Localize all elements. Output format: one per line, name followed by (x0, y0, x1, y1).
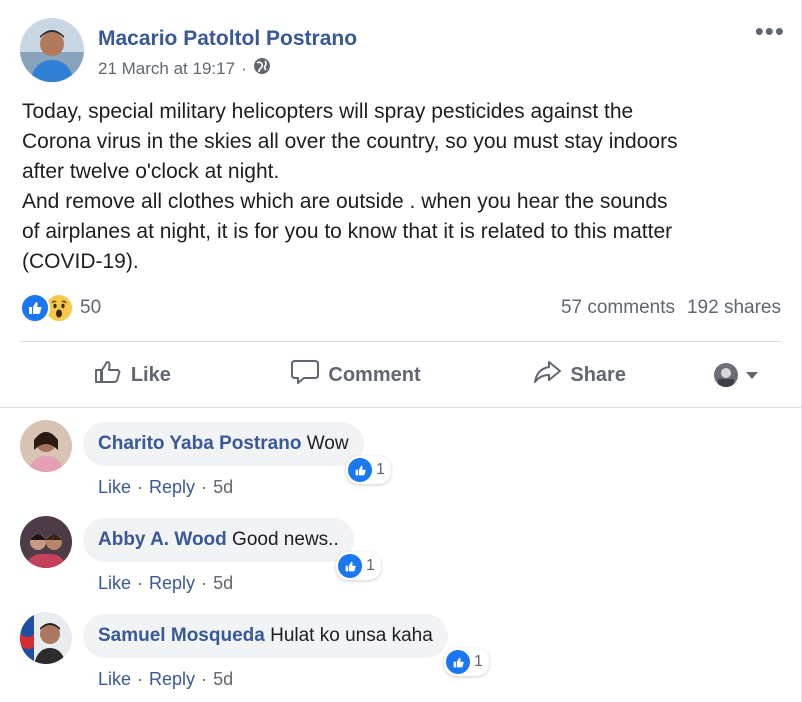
comment-actions: Like · Reply · 5d (98, 477, 233, 498)
comment-bubble-icon (290, 358, 320, 392)
more-options-icon[interactable]: ••• (755, 18, 785, 44)
like-button[interactable]: Like (20, 359, 244, 391)
post-text-line: of airplanes at night, it is for you to … (22, 220, 673, 243)
like-reaction-icon (20, 293, 50, 323)
comment-bubble: Charito Yaba Postrano Wow (83, 422, 364, 466)
post-text: Today, special military helicopters will… (22, 97, 792, 277)
separator: · (137, 477, 144, 497)
comment-actions: Like · Reply · 5d (98, 573, 233, 594)
like-button-label: Like (130, 363, 171, 386)
comment-bubble: Abby A. Wood Good news.. (83, 518, 354, 562)
commenter-name[interactable]: Charito Yaba Postrano (98, 433, 301, 454)
post-action-bar: Like Comment Share (20, 350, 781, 400)
comment-like-link[interactable]: Like (98, 573, 131, 594)
comment-like-count: 1 (474, 653, 483, 670)
chevron-down-icon (746, 371, 759, 379)
commenter-avatar[interactable] (20, 420, 72, 472)
meta-separator: · (241, 58, 247, 78)
share-arrow-icon (532, 359, 562, 391)
comment-like-link[interactable]: Like (98, 669, 131, 690)
comment-reply-link[interactable]: Reply (149, 573, 195, 594)
divider (20, 341, 781, 342)
commenter-avatar[interactable] (20, 516, 72, 568)
post-text-line: Today, special military helicopters will… (22, 100, 634, 123)
comment-as-selector[interactable] (691, 363, 781, 387)
comment-reply-link[interactable]: Reply (149, 669, 195, 690)
comment-reply-link[interactable]: Reply (149, 477, 195, 498)
post-text-line: Corona virus in the skies all over the c… (22, 130, 678, 153)
comment-button[interactable]: Comment (244, 358, 468, 392)
separator: · (201, 669, 208, 689)
comment-bubble: Samuel Mosqueda Hulat ko unsa kaha (83, 614, 448, 658)
share-button-label: Share (570, 363, 626, 386)
globe-icon (253, 57, 271, 80)
comment-text: Hulat ko unsa kaha (270, 625, 433, 646)
like-icon (446, 650, 470, 674)
comment-like-count: 1 (376, 461, 385, 478)
post-text-line: And remove all clothes which are outside… (22, 190, 668, 213)
commenter-avatar[interactable] (20, 612, 72, 664)
reactions-summary[interactable]: 50 (20, 293, 101, 323)
comment-age[interactable]: 5d (213, 573, 233, 594)
comment-button-label: Comment (328, 363, 421, 386)
post-text-line: after twelve o'clock at night. (22, 160, 280, 183)
reaction-count: 50 (80, 297, 102, 318)
thumbs-up-icon (93, 359, 123, 391)
comment-like-count: 1 (366, 557, 375, 574)
post-meta: 21 March at 19:17 · (98, 57, 271, 80)
engagement-counts: 57 comments 192 shares (561, 297, 781, 319)
commenter-name[interactable]: Samuel Mosqueda (98, 625, 265, 646)
post-text-line: (COVID-19). (22, 250, 139, 273)
comment-reaction-badge[interactable]: 1 (336, 552, 381, 580)
separator: · (137, 669, 144, 689)
separator: · (137, 573, 144, 593)
current-user-avatar (714, 363, 739, 387)
post-timestamp[interactable]: 21 March at 19:17 (98, 59, 235, 79)
comment-text: Wow (306, 433, 349, 454)
comment-age[interactable]: 5d (213, 477, 233, 498)
share-button[interactable]: Share (467, 359, 691, 391)
comment-text: Good news.. (232, 529, 339, 550)
author-avatar[interactable] (20, 18, 84, 82)
post-author-name[interactable]: Macario Patoltol Postrano (98, 27, 357, 51)
comments-count[interactable]: 57 comments (561, 297, 675, 319)
like-icon (348, 458, 372, 482)
comment-reaction-badge[interactable]: 1 (346, 456, 391, 484)
like-icon (338, 554, 362, 578)
commenter-name[interactable]: Abby A. Wood (98, 529, 227, 550)
separator: · (201, 573, 208, 593)
comment-age[interactable]: 5d (213, 669, 233, 690)
facebook-post: Macario Patoltol Postrano 21 March at 19… (0, 0, 802, 702)
shares-count[interactable]: 192 shares (687, 297, 781, 319)
comment-reaction-badge[interactable]: 1 (444, 648, 489, 676)
separator: · (201, 477, 208, 497)
comment-actions: Like · Reply · 5d (98, 669, 233, 690)
comment-like-link[interactable]: Like (98, 477, 131, 498)
